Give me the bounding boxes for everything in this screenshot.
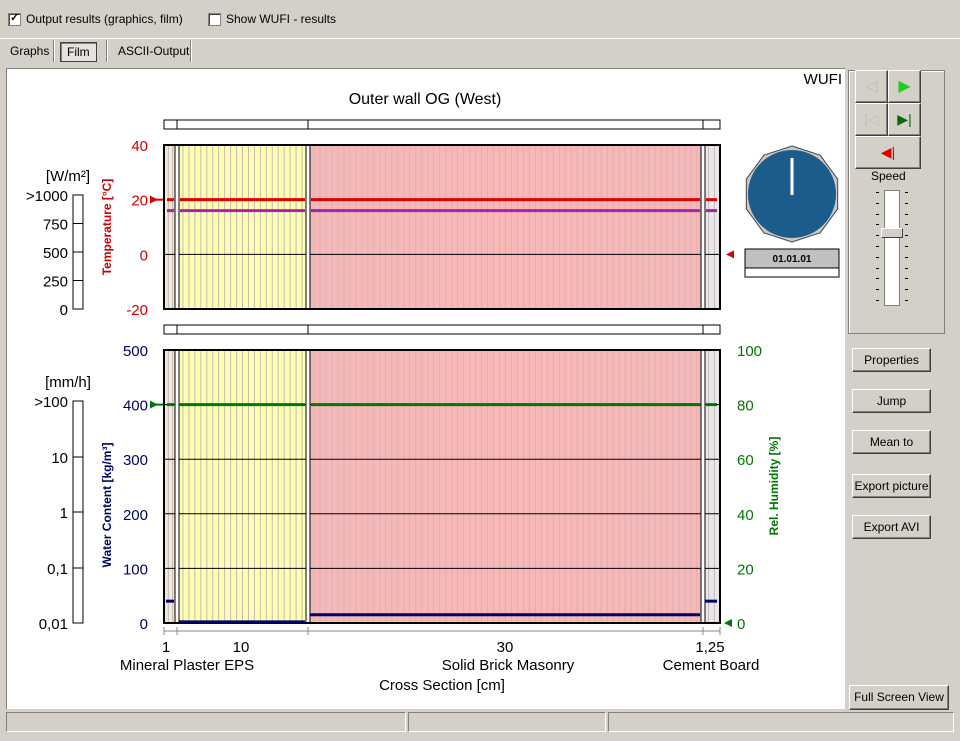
speed-label: Speed xyxy=(871,169,906,183)
slider-tick xyxy=(876,256,879,258)
slider-tick xyxy=(905,300,908,301)
water-tick-label: 300 xyxy=(123,452,148,469)
rh-tick-label: 60 xyxy=(737,452,754,469)
status-panel-3 xyxy=(608,712,954,732)
water-tick-label: 0 xyxy=(140,616,148,633)
date-progress xyxy=(744,267,840,278)
layer-fill-4 xyxy=(703,350,720,623)
play-reverse-icon: ◁ xyxy=(865,78,878,95)
slider-tick xyxy=(876,267,879,269)
brand-label: WUFI xyxy=(804,71,842,88)
slider-tick xyxy=(876,278,879,280)
interior-temperature-marker xyxy=(726,250,734,259)
slider-tick xyxy=(905,235,908,237)
temperature-tick-label: 0 xyxy=(140,247,148,264)
rh-tick-label: 20 xyxy=(737,561,754,578)
water-axis-label: Water Content [kg/m³] xyxy=(100,443,114,568)
rain-tick-label: 1 xyxy=(60,505,68,522)
temperature-tick-label: -20 xyxy=(126,302,148,319)
interior-rh-marker xyxy=(724,619,732,627)
properties-button[interactable]: Properties xyxy=(852,348,931,372)
slider-tick xyxy=(876,224,879,226)
radiation-tick-label: 0 xyxy=(60,302,68,319)
slider-tick xyxy=(876,192,879,193)
slider-tick xyxy=(876,300,879,301)
layer-bar-bottom xyxy=(163,324,721,335)
layer-thickness-4: 1,25 xyxy=(695,639,724,656)
radiation-tick-label: >1000 xyxy=(26,188,68,205)
rh-axis-label: Rel. Humidity [%] xyxy=(767,437,781,536)
rain-tick-label: 10 xyxy=(51,450,68,467)
export-avi-button[interactable]: Export AVI xyxy=(852,515,931,539)
radiation-tick-label: 250 xyxy=(43,274,68,291)
export-picture-button[interactable]: Export picture xyxy=(852,474,931,498)
radiation-tick-label: 750 xyxy=(43,217,68,234)
rh-tick-label: 40 xyxy=(737,507,754,524)
slider-tick xyxy=(905,202,908,204)
water-tick-label: 200 xyxy=(123,507,148,524)
slider-tick xyxy=(876,202,879,204)
rain-tick-label: 0,01 xyxy=(39,616,68,633)
rewind-button[interactable]: ◀| xyxy=(855,136,921,169)
slider-tick xyxy=(876,235,879,237)
full-screen-view-button[interactable]: Full Screen View xyxy=(849,685,949,710)
radiation-unit: [W/m²] xyxy=(46,168,90,185)
slider-tick xyxy=(905,289,908,291)
slider-tick xyxy=(905,246,908,247)
layer-name-masonry: Solid Brick Masonry xyxy=(442,657,575,674)
play-button[interactable]: ▶ xyxy=(888,70,921,103)
layer-name-cement-board: Cement Board xyxy=(663,657,760,674)
slider-tick xyxy=(905,192,908,193)
rain-tick-label: >100 xyxy=(34,394,68,411)
skip-start-icon: |◁ xyxy=(864,111,879,127)
speed-slider[interactable] xyxy=(876,190,911,306)
jump-button[interactable]: Jump xyxy=(852,389,931,413)
film-chart: WUFI Outer wall OG (West) [W/m²] >100075… xyxy=(26,71,842,694)
chart-title: Outer wall OG (West) xyxy=(349,91,502,108)
mean-to-button[interactable]: Mean to xyxy=(852,430,931,454)
step-back-button[interactable]: ◁ xyxy=(855,70,888,103)
rain-tick-label: 0,1 xyxy=(47,561,68,578)
x-axis-dimension-line xyxy=(163,627,721,635)
slider-tick xyxy=(876,213,879,215)
temperature-tick-label: 20 xyxy=(131,193,148,210)
rain-unit: [mm/h] xyxy=(45,374,91,391)
slider-thumb[interactable] xyxy=(881,227,903,238)
rh-tick-label: 80 xyxy=(737,398,754,415)
slider-tick xyxy=(905,213,908,215)
moisture-plot xyxy=(163,349,721,624)
water-tick-label: 400 xyxy=(123,398,148,415)
slider-tick xyxy=(905,278,908,280)
temperature-tick-label: 40 xyxy=(131,138,148,155)
clock-dial xyxy=(745,145,839,243)
slider-tick xyxy=(876,289,879,291)
status-panel-1 xyxy=(6,712,406,732)
temperature-axis-label: Temperature [°C] xyxy=(100,179,114,276)
temperature-plot xyxy=(163,144,721,310)
layer-thickness-2: 10 xyxy=(233,639,250,656)
status-panel-2 xyxy=(408,712,606,732)
skip-start-button[interactable]: |◁ xyxy=(855,103,888,136)
water-tick-label: 100 xyxy=(123,561,148,578)
slider-tick xyxy=(876,246,879,247)
radiation-tick-label: 500 xyxy=(43,245,68,262)
slider-tick xyxy=(905,256,908,258)
date-display: 01.01.01 xyxy=(773,254,812,265)
skip-end-icon: ▶| xyxy=(897,111,912,127)
slider-tick xyxy=(905,224,908,226)
layer-fill-4 xyxy=(703,145,720,309)
slider-tick xyxy=(905,267,908,269)
layer-thickness-3: 30 xyxy=(497,639,514,656)
water-tick-label: 500 xyxy=(123,343,148,360)
layer-names-left: Mineral Plaster EPS xyxy=(120,657,254,674)
x-axis-label: Cross Section [cm] xyxy=(379,677,505,694)
slider-track xyxy=(884,190,900,306)
rh-tick-label: 100 xyxy=(737,343,762,360)
skip-end-button[interactable]: ▶| xyxy=(888,103,921,136)
play-icon: ▶ xyxy=(898,78,911,95)
layer-thickness-1: 1 xyxy=(162,639,170,656)
rewind-icon: ◀| xyxy=(880,144,896,160)
layer-bar-top xyxy=(163,119,721,130)
rh-tick-label: 0 xyxy=(737,616,745,633)
